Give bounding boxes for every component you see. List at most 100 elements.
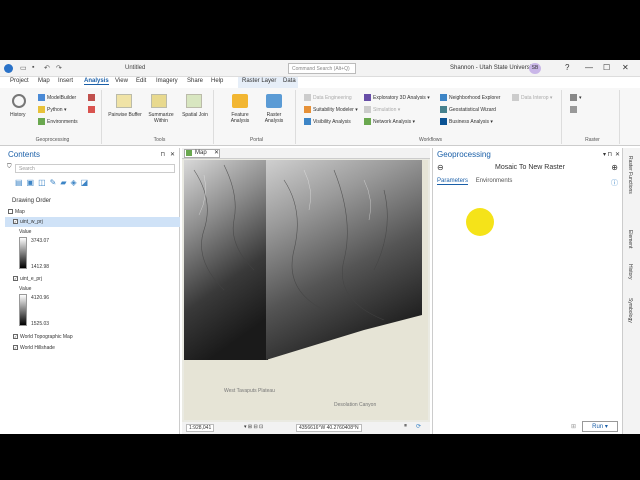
- scale-tools-icon[interactable]: ▾ ⊞ ⊟ ⊡: [244, 424, 263, 430]
- options-icon[interactable]: ▾: [603, 151, 606, 158]
- data-interop-button[interactable]: Data Interop ▾: [512, 94, 552, 101]
- raster-mosaic: West Tavaputs Plateau Desolation Canyon: [184, 160, 428, 420]
- drawing-order-label: Drawing Order: [12, 198, 52, 204]
- layer-checkbox[interactable]: ✓: [13, 334, 18, 340]
- tab-raster-layer[interactable]: Raster Layer: [242, 78, 276, 84]
- environments-button[interactable]: Environments: [38, 118, 78, 125]
- filter-icon[interactable]: ⛉: [7, 164, 12, 171]
- maximize-button[interactable]: ☐: [603, 63, 610, 72]
- legend-min: 1412.98: [31, 264, 50, 270]
- spatial-join-icon: [186, 94, 202, 108]
- geoprocessing-pane: Geoprocessing ▾ ⊓ ✕ ⊖ Mosaic To New Rast…: [432, 148, 622, 434]
- tab-help[interactable]: Help: [211, 78, 223, 84]
- tab-edit[interactable]: Edit: [136, 78, 146, 84]
- tab-environments[interactable]: Environments: [476, 178, 513, 184]
- workflows-group: Data Engineering Suitability Modeler ▾ V…: [300, 90, 562, 144]
- suitability-modeler-button[interactable]: Suitability Modeler ▾: [304, 106, 358, 113]
- raster-analysis-button[interactable]: Raster Analysis: [258, 112, 290, 124]
- contents-search-input[interactable]: Search: [15, 164, 175, 173]
- help-icon[interactable]: ⓘ: [611, 178, 618, 188]
- side-tab-raster-functions[interactable]: Raster Functions: [627, 156, 633, 194]
- exploratory-3d-button[interactable]: Exploratory 3D Analysis ▾: [364, 94, 430, 101]
- data-engineering-button[interactable]: Data Engineering: [304, 94, 352, 101]
- close-pane-icon[interactable]: ✕: [615, 151, 620, 158]
- legend-value-label: Value: [19, 229, 32, 235]
- run-button[interactable]: Run ▾: [582, 421, 618, 432]
- side-tab-history[interactable]: History: [627, 264, 633, 280]
- side-tab-element[interactable]: Element: [627, 230, 633, 248]
- layer-checkbox[interactable]: ✓: [13, 345, 18, 351]
- pause-icon[interactable]: ⏸: [404, 423, 407, 430]
- layer-checkbox[interactable]: ✓: [13, 276, 18, 282]
- raster-analysis-icon: [266, 94, 282, 108]
- user-name[interactable]: Shannon - Utah State University: [450, 65, 536, 71]
- redo-icon[interactable]: ↷: [56, 64, 62, 72]
- toolbox-icon[interactable]: [88, 94, 97, 101]
- pairwise-buffer-button[interactable]: Pairwise Buffer: [108, 112, 142, 118]
- validate-icon[interactable]: ⊞: [571, 423, 576, 430]
- refresh-icon[interactable]: ⟳: [416, 423, 421, 430]
- raster-west: [184, 160, 268, 360]
- avatar[interactable]: SB: [529, 63, 541, 74]
- legend-max: 3743.07: [31, 238, 50, 244]
- save-icon[interactable]: ▪: [32, 64, 34, 71]
- add-icon[interactable]: ⊕: [611, 163, 618, 172]
- close-button[interactable]: ✕: [622, 63, 629, 72]
- tab-data[interactable]: Data: [283, 78, 296, 84]
- network-analysis-button[interactable]: Network Analysis ▾: [364, 118, 415, 125]
- layer-uint-w[interactable]: ✓ uint_w_prj: [13, 219, 43, 225]
- back-icon[interactable]: ⊖: [437, 163, 444, 172]
- raster-functions-button[interactable]: ▾: [570, 94, 582, 101]
- modelbuilder-button[interactable]: ModelBuilder: [38, 94, 76, 101]
- open-icon[interactable]: ▭: [20, 64, 27, 72]
- tab-parameters[interactable]: Parameters: [437, 178, 469, 185]
- undo-icon[interactable]: ↶: [44, 64, 50, 72]
- map-icon: [186, 150, 192, 156]
- feature-analysis-button[interactable]: Feature Analysis: [224, 112, 256, 124]
- group-label: Raster: [585, 137, 600, 143]
- scale-dropdown[interactable]: 1:928,041: [186, 424, 215, 432]
- coordinate-readout[interactable]: 4356616°W 40.2760408°N: [296, 424, 362, 432]
- tab-imagery[interactable]: Imagery: [156, 78, 178, 84]
- layer-uint-e[interactable]: ✓ uint_e_prj: [13, 276, 42, 282]
- close-pane-icon[interactable]: ✕: [170, 151, 175, 158]
- tab-analysis[interactable]: Analysis: [84, 78, 109, 85]
- ribbon-tabs: Project Map Insert Analysis View Edit Im…: [0, 77, 640, 88]
- map-canvas[interactable]: West Tavaputs Plateau Desolation Canyon: [184, 160, 428, 420]
- tab-insert[interactable]: Insert: [58, 78, 73, 84]
- close-tab-icon[interactable]: ✕: [214, 149, 219, 156]
- layer-checkbox[interactable]: ✓: [13, 219, 18, 225]
- spatial-join-button[interactable]: Spatial Join: [180, 112, 210, 118]
- contents-toolbar[interactable]: ▤▣◫✎▰◈◪: [15, 178, 92, 187]
- business-analysis-button[interactable]: Business Analysis ▾: [440, 118, 493, 125]
- tab-map[interactable]: Map: [38, 78, 50, 84]
- modelbuilder-icon: [38, 94, 45, 101]
- visibility-analysis-button[interactable]: Visibility Analysis: [304, 118, 351, 125]
- geostatistical-wizard-button[interactable]: Geostatistical Wizard: [440, 106, 496, 113]
- raster-tool-button[interactable]: [570, 106, 579, 113]
- tab-share[interactable]: Share: [187, 78, 203, 84]
- help-button[interactable]: ?: [565, 63, 569, 72]
- pin-icon[interactable]: ⊓: [160, 151, 165, 158]
- minimize-button[interactable]: —: [585, 63, 593, 72]
- side-tab-symbology[interactable]: Symbology: [627, 298, 633, 323]
- pairwise-buffer-icon: [116, 94, 132, 108]
- basemap-hillshade[interactable]: ✓ World Hillshade: [13, 345, 55, 351]
- basemap-topographic[interactable]: ✓ World Topographic Map: [13, 334, 73, 340]
- command-search-input[interactable]: Command Search (Alt+Q): [288, 63, 356, 74]
- legend-max: 4120.96: [31, 295, 50, 301]
- tab-view[interactable]: View: [115, 78, 128, 84]
- title-bar: ▭ ▪ ↶ ↷ Untitled Command Search (Alt+Q) …: [0, 60, 640, 77]
- summarize-within-button[interactable]: Summarize Within: [144, 112, 178, 124]
- simulation-button[interactable]: Simulation ▾: [364, 106, 400, 113]
- python-button[interactable]: Python ▾: [38, 106, 66, 113]
- toolbox-red-icon[interactable]: [88, 106, 97, 113]
- python-icon: [38, 106, 45, 113]
- map-node[interactable]: Map: [8, 209, 25, 215]
- history-button[interactable]: History: [10, 112, 26, 118]
- tab-project[interactable]: Project: [10, 78, 29, 84]
- pin-icon[interactable]: ⊓: [607, 151, 612, 158]
- app-logo-icon: [4, 64, 13, 73]
- neighborhood-explorer-button[interactable]: Neighborhood Explorer: [440, 94, 500, 101]
- map-checkbox[interactable]: [8, 209, 13, 215]
